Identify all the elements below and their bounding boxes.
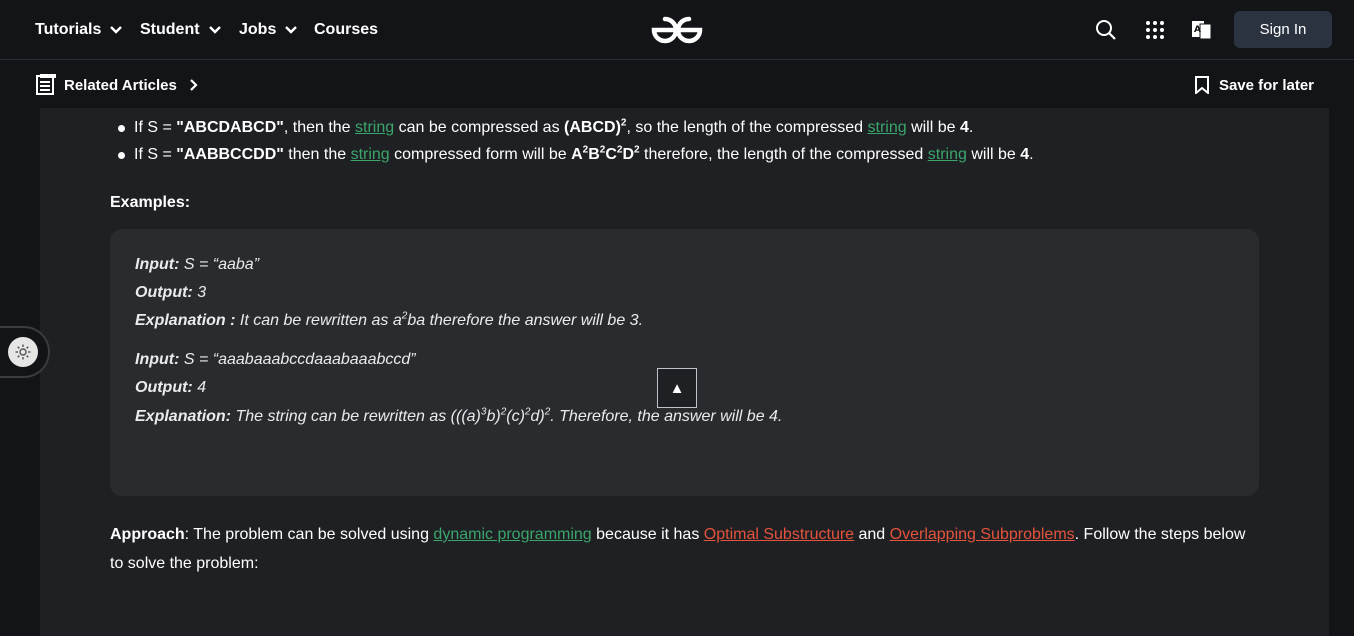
text: . Therefore, the answer will be 4. <box>550 408 783 425</box>
list-item: If S = "AABBCCDD" then the string compre… <box>110 141 1034 168</box>
chevron-right-icon <box>190 79 198 91</box>
dynamic-programming-link[interactable]: dynamic programming <box>433 526 591 543</box>
text: then the <box>283 146 351 163</box>
text: (ABCD) <box>564 119 621 136</box>
text: . <box>968 119 974 136</box>
string-link[interactable]: string <box>355 119 394 136</box>
chevron-down-icon <box>110 26 123 34</box>
approach-paragraph: Approach: The problem can be solved usin… <box>110 520 1260 578</box>
optimal-substructure-link[interactable]: Optimal Substructure <box>704 526 854 543</box>
text: . <box>1029 146 1034 163</box>
text: (c) <box>506 408 525 425</box>
nav-jobs-label: Jobs <box>239 21 277 38</box>
string-link[interactable]: string <box>868 119 907 136</box>
text: B <box>588 146 600 163</box>
text: b) <box>486 408 501 425</box>
translate-icon[interactable]: A <box>1186 14 1218 46</box>
save-for-later-label: Save for later <box>1218 76 1314 94</box>
label: Explanation : <box>135 312 236 329</box>
text: will be <box>906 119 960 136</box>
nav-student-label: Student <box>140 21 200 38</box>
text-bold: 4 <box>1020 146 1030 163</box>
nav-tutorials-label: Tutorials <box>35 21 102 38</box>
nav-courses[interactable]: Courses <box>314 0 378 60</box>
example-1-output: Output: 3 <box>135 284 206 302</box>
sign-in-button[interactable]: Sign In <box>1234 11 1332 48</box>
text: because it has <box>591 526 704 543</box>
list-item: If S = "ABCDABCD", then the string can b… <box>110 114 1034 141</box>
text: ba therefore the answer will be 3. <box>407 312 644 329</box>
example-1-input: Input: S = “aaba” <box>135 256 259 274</box>
sun-icon <box>8 337 38 367</box>
text-bold: "AABBCCDD" <box>176 146 284 163</box>
nav-tutorials[interactable]: Tutorials <box>35 0 123 60</box>
approach-label: Approach <box>110 526 185 543</box>
example-2-explanation: Explanation: The string can be rewritten… <box>135 407 783 426</box>
text: It can be rewritten as a <box>235 312 402 329</box>
value: S = “aaabaaabccdaaabaaabccd” <box>179 351 416 368</box>
examples-heading: Examples: <box>110 194 191 211</box>
overlapping-subproblems-link[interactable]: Overlapping Subproblems <box>890 526 1075 543</box>
text: D <box>622 146 635 163</box>
text-bold: (ABCD)2 <box>564 118 626 136</box>
label: Input: <box>135 351 180 368</box>
example-2-input: Input: S = “aaabaaabccdaaabaaabccd” <box>135 351 416 369</box>
theme-toggle[interactable] <box>0 326 50 378</box>
examples-box: Input: S = “aaba” Output: 3 Explanation … <box>110 229 1259 496</box>
text: , so the length of the compressed <box>626 119 868 136</box>
compressed-expression: A2B2C2D2 <box>571 145 640 163</box>
save-for-later-button[interactable]: Save for later <box>1194 71 1314 99</box>
label: Input: <box>135 256 180 273</box>
example-1-explanation: Explanation : It can be rewritten as a2b… <box>135 311 644 330</box>
label: Output: <box>135 379 193 396</box>
text: d) <box>530 408 545 425</box>
related-articles-button[interactable]: Related Articles <box>36 71 201 99</box>
nav-jobs[interactable]: Jobs <box>239 0 298 60</box>
text: A <box>571 146 583 163</box>
text-bold: 4 <box>959 119 969 136</box>
top-navbar: Tutorials Student Jobs Courses A Sign In <box>0 0 1354 60</box>
nav-student[interactable]: Student <box>140 0 222 60</box>
search-icon[interactable] <box>1090 14 1122 46</box>
text: therefore, the length of the compressed <box>639 146 928 163</box>
geeksforgeeks-logo[interactable] <box>648 12 706 48</box>
nav-courses-label: Courses <box>314 21 379 38</box>
text: can be compressed as <box>394 119 565 136</box>
string-link[interactable]: string <box>928 146 967 163</box>
value: 4 <box>192 379 207 396</box>
text: compressed form will be <box>389 146 572 163</box>
text: : The problem can be solved using <box>184 526 434 543</box>
text: C <box>605 146 617 163</box>
article-toolbar: Related Articles Save for later <box>0 61 1354 108</box>
label: Output: <box>135 284 193 301</box>
text: will be <box>966 146 1021 163</box>
text: , then the <box>283 119 356 136</box>
value: S = “aaba” <box>179 256 260 273</box>
chevron-down-icon <box>285 26 298 34</box>
bookmark-icon <box>1194 76 1209 94</box>
related-articles-label: Related Articles <box>64 76 177 94</box>
text: and <box>854 526 890 543</box>
text: The string can be rewritten as (((a) <box>231 408 481 425</box>
scroll-to-top-button[interactable]: ▲ <box>657 368 697 408</box>
apps-grid-icon[interactable] <box>1139 14 1171 46</box>
text: If S = <box>134 119 177 136</box>
value: 3 <box>192 284 207 301</box>
compression-examples-list: If S = "ABCDABCD", then the string can b… <box>110 114 1034 168</box>
example-2-output: Output: 4 <box>135 379 206 397</box>
text-bold: "ABCDABCD" <box>176 119 284 136</box>
articles-icon <box>36 74 56 95</box>
label: Explanation: <box>135 408 232 425</box>
chevron-down-icon <box>208 26 221 34</box>
text: If S = <box>134 146 177 163</box>
string-link[interactable]: string <box>351 146 390 163</box>
svg-text:A: A <box>1194 25 1201 35</box>
